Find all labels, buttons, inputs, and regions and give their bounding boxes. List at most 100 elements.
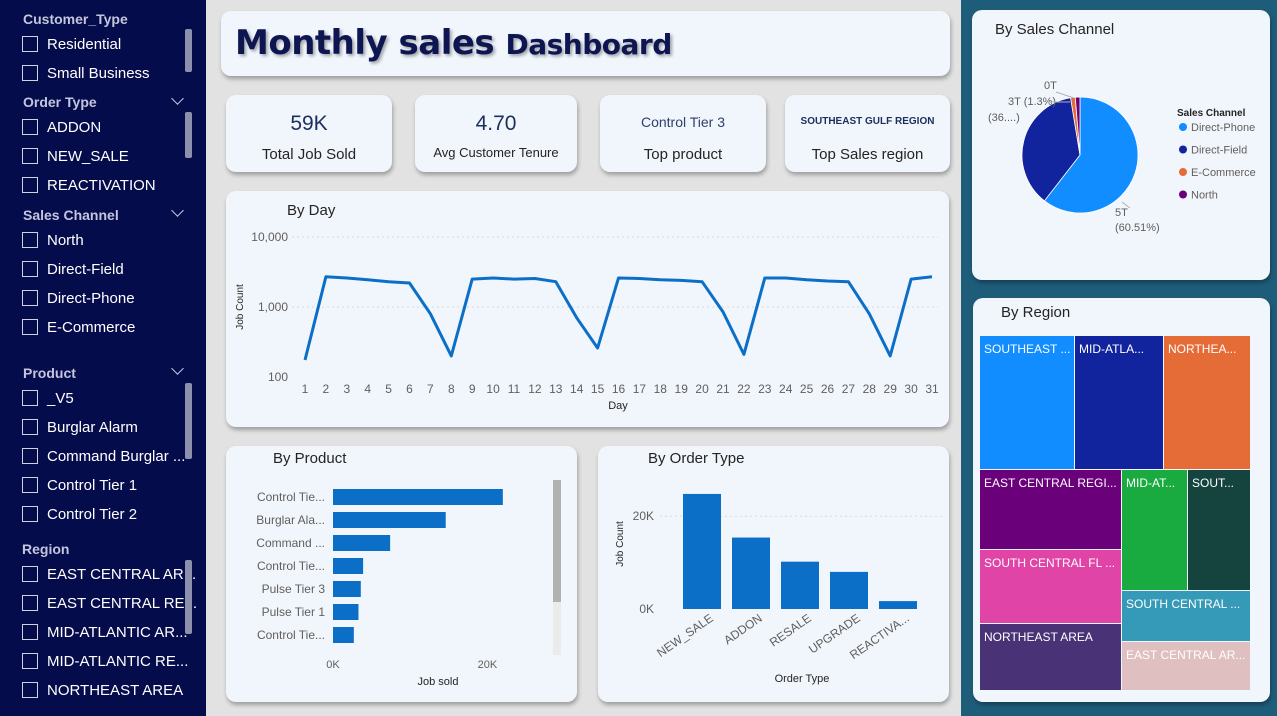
order-type-slicer-title: Order Type bbox=[23, 94, 97, 110]
checkbox[interactable] bbox=[22, 448, 38, 464]
chevron-down-icon[interactable] bbox=[171, 362, 184, 375]
checkbox[interactable] bbox=[22, 595, 38, 611]
checkbox[interactable] bbox=[22, 232, 38, 248]
option-label: EAST CENTRAL AR... bbox=[47, 565, 197, 583]
checkbox[interactable] bbox=[22, 653, 38, 669]
slicer-option-e-commerce[interactable]: E-Commerce bbox=[22, 316, 135, 338]
x-tick-label: 27 bbox=[842, 382, 856, 396]
slicer-option-region-5[interactable]: NORTHEAST AREA bbox=[22, 679, 183, 701]
x-tick-label: 22 bbox=[737, 382, 751, 396]
sales-channel-pie-chart[interactable]: 5T(60.51%)3T (1.3%)(36....)0TSales Chann… bbox=[972, 10, 1270, 280]
y-tick-label: 20K bbox=[633, 509, 654, 523]
category-label: Pulse Tier 3 bbox=[262, 582, 326, 596]
slicer-option-new-sale[interactable]: NEW_SALE bbox=[22, 145, 129, 167]
region-scrollbar[interactable] bbox=[185, 560, 192, 634]
option-label: NEW_SALE bbox=[47, 147, 129, 165]
slicer-option-v5[interactable]: _V5 bbox=[22, 387, 74, 409]
checkbox[interactable] bbox=[22, 624, 38, 640]
scrollbar-thumb[interactable] bbox=[553, 480, 561, 602]
slicer-option-small-business[interactable]: Small Business bbox=[22, 62, 150, 84]
checkbox[interactable] bbox=[22, 319, 38, 335]
slicer-option-region-2[interactable]: EAST CENTRAL RE... bbox=[22, 592, 197, 614]
option-label: MID-ATLANTIC RE... bbox=[47, 652, 189, 670]
checkbox[interactable] bbox=[22, 36, 38, 52]
product-bar bbox=[333, 489, 503, 505]
by-day-visual[interactable]: By Day 10,000 1,000 100 1 2 3 4 5 6 7 8 9 10 11 12 13 14… bbox=[226, 191, 949, 427]
checkbox[interactable] bbox=[22, 65, 38, 81]
kpi-card-top-product[interactable]: Control Tier 3 Top product bbox=[600, 95, 766, 172]
category-label: Control Tie... bbox=[257, 490, 325, 504]
product-bar bbox=[333, 627, 354, 643]
chevron-down-icon[interactable] bbox=[171, 204, 184, 217]
slicer-option-region-4[interactable]: MID-ATLANTIC RE... bbox=[22, 650, 188, 672]
order-type-bar bbox=[830, 571, 868, 609]
order-type-bar bbox=[781, 561, 819, 609]
kpi-card-top-region[interactable]: SOUTHEAST GULF REGION Top Sales region bbox=[785, 95, 950, 172]
kpi-label: Total Job Sold bbox=[261, 146, 357, 163]
order-type-bar bbox=[683, 493, 721, 609]
series-line bbox=[303, 275, 933, 361]
x-tick-label: 11 bbox=[508, 382, 521, 396]
by-product-visual[interactable]: By Product Control Tie... Burglar Ala... C… bbox=[226, 446, 577, 702]
x-tick-label: 26 bbox=[821, 382, 835, 396]
kpi-card-avg-tenure[interactable]: 4.70 Avg Customer Tenure bbox=[415, 95, 577, 172]
slicer-option-direct-phone[interactable]: Direct-Phone bbox=[22, 287, 135, 309]
by-order-type-bar-chart[interactable]: 20K0KNEW_SALE ADDON RESALEUPGRADEREACTIVA.… bbox=[598, 446, 949, 702]
slicer-option-reactivation[interactable]: REACTIVATION bbox=[22, 174, 156, 196]
region-tile-label: SOUT... bbox=[1192, 476, 1234, 490]
dashboard-header: Monthly sales Dashboard bbox=[221, 11, 950, 76]
filter-sidebar: Customer_Type Residential Small Business… bbox=[0, 0, 206, 716]
slicer-option-burglar-alarm[interactable]: Burglar Alarm bbox=[22, 416, 138, 438]
option-label: Control Tier 1 bbox=[47, 476, 138, 494]
x-tick-label: 8 bbox=[448, 382, 455, 396]
by-sales-channel-visual[interactable]: By Sales Channel 5T (60.51%) 3T (1.3%) (36.… bbox=[972, 10, 1270, 280]
slicer-option-direct-field[interactable]: Direct-Field bbox=[22, 258, 124, 280]
x-tick-label: 2 bbox=[323, 382, 330, 396]
checkbox[interactable] bbox=[22, 477, 38, 493]
by-order-type-visual[interactable]: By Order Type 20K 0K NEW_SALE ADDON RESALE UP… bbox=[598, 446, 949, 702]
slicer-option-control-tier-2[interactable]: Control Tier 2 bbox=[22, 503, 137, 525]
x-tick-label: 0K bbox=[326, 659, 340, 671]
by-region-visual[interactable]: By Region SOUTHEAST ... MID-ATLA... NORTHE… bbox=[973, 298, 1270, 702]
order-type-scrollbar[interactable] bbox=[185, 112, 192, 158]
product-scrollbar[interactable] bbox=[185, 383, 192, 459]
checkbox[interactable] bbox=[22, 419, 38, 435]
x-tick-label: 3 bbox=[343, 382, 350, 396]
slicer-option-region-1[interactable]: EAST CENTRAL AR... bbox=[22, 563, 196, 585]
checkbox[interactable] bbox=[22, 148, 38, 164]
category-label: Command ... bbox=[256, 536, 325, 550]
by-product-bar-chart[interactable]: Control Tie... Burglar Ala... Command ... C… bbox=[226, 446, 577, 702]
slicer-option-north[interactable]: North bbox=[22, 229, 84, 251]
checkbox[interactable] bbox=[22, 506, 38, 522]
checkbox[interactable] bbox=[22, 290, 38, 306]
legend-marker bbox=[1179, 190, 1187, 199]
kpi-value: 4.70 bbox=[475, 112, 517, 135]
category-label: Control Tie... bbox=[257, 628, 325, 642]
x-tick-label: 20K bbox=[478, 659, 498, 671]
checkbox[interactable] bbox=[22, 261, 38, 277]
legend-marker bbox=[1179, 145, 1187, 154]
kpi-card-total-jobs[interactable]: 59K Total Job Sold bbox=[226, 95, 392, 172]
slicer-option-command-burglar[interactable]: Command Burglar ... bbox=[22, 445, 185, 467]
slicer-option-residential[interactable]: Residential bbox=[22, 33, 121, 55]
slicer-option-control-tier-1[interactable]: Control Tier 1 bbox=[22, 474, 137, 496]
x-tick-label: 5 bbox=[385, 382, 392, 396]
region-slicer-title: Region bbox=[22, 541, 70, 557]
checkbox[interactable] bbox=[22, 119, 38, 135]
customer-type-scrollbar[interactable] bbox=[185, 29, 192, 72]
region-treemap[interactable]: SOUTHEAST ... MID-ATLA... NORTHEA... EAST C… bbox=[973, 298, 1270, 702]
checkbox[interactable] bbox=[22, 177, 38, 193]
option-label: E-Commerce bbox=[47, 318, 136, 336]
x-tick-label: 14 bbox=[570, 382, 584, 396]
by-day-line-chart[interactable]: 10,0001,0001001 2 3 4 5 6 7 8 9 10 11 12 13 14 15 16 17 1… bbox=[226, 191, 949, 427]
x-tick-label: 24 bbox=[779, 382, 793, 396]
chevron-down-icon[interactable] bbox=[171, 92, 184, 105]
checkbox[interactable] bbox=[22, 566, 38, 582]
slicer-option-region-3[interactable]: MID-ATLANTIC AR... bbox=[22, 621, 188, 643]
checkbox[interactable] bbox=[22, 682, 38, 698]
x-tick-label: 20 bbox=[695, 382, 709, 396]
checkbox[interactable] bbox=[22, 390, 38, 406]
option-label: Small Business bbox=[47, 64, 150, 82]
slicer-option-addon[interactable]: ADDON bbox=[22, 116, 101, 138]
slice-label: 0T bbox=[1044, 80, 1057, 92]
